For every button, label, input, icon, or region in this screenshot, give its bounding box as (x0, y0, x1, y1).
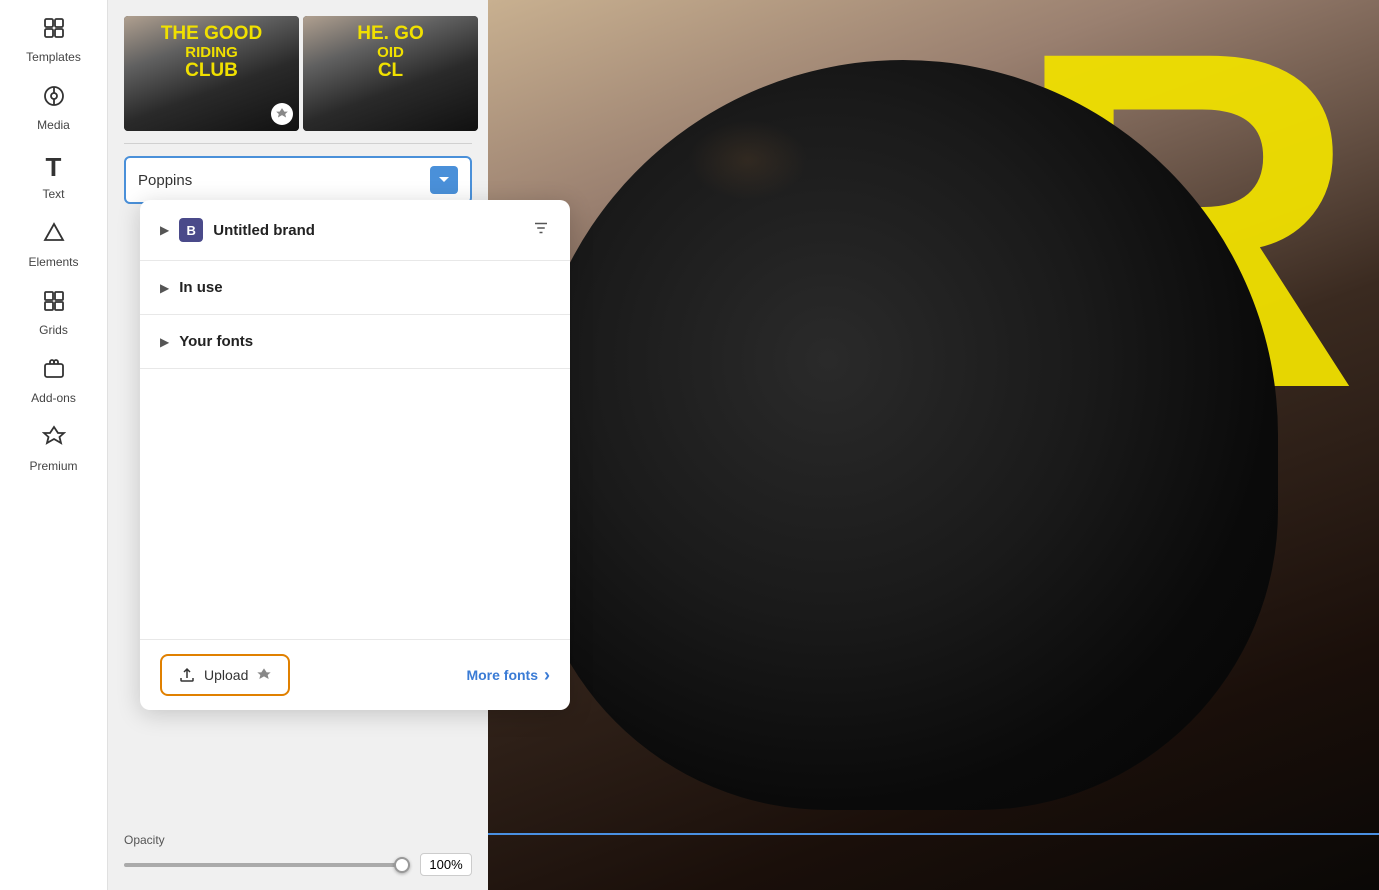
thumbnail-1[interactable]: THE GOOD RIDING CLUB (124, 16, 299, 131)
filter-icon (532, 219, 550, 242)
sidebar-item-media-label: Media (37, 118, 70, 132)
thumbnail-2[interactable]: HE. GO OID CL (303, 16, 478, 131)
elements-icon (42, 221, 66, 251)
chevron-in-use-icon: ▶ (160, 281, 169, 295)
canvas-area: R (488, 0, 1379, 890)
sidebar-item-text[interactable]: T Text (14, 144, 94, 209)
thumb1-premium-badge (271, 103, 293, 125)
more-fonts-button[interactable]: More fonts › (466, 665, 550, 686)
opacity-value[interactable]: 100% (420, 853, 472, 876)
sidebar-item-text-label: Text (42, 187, 64, 201)
chevron-untitled-brand-icon: ▶ (160, 223, 169, 237)
thumb2-line1: HE. GO (311, 24, 470, 45)
sidebar-item-premium-label: Premium (29, 459, 77, 473)
sidebar-item-templates[interactable]: Templates (14, 8, 94, 72)
popup-section-header-your-fonts[interactable]: ▶ Your fonts (140, 315, 570, 368)
sidebar-item-elements[interactable]: Elements (14, 213, 94, 277)
canvas-background: R (488, 0, 1379, 890)
popup-section-header-in-use[interactable]: ▶ In use (140, 261, 570, 314)
templates-icon (42, 16, 66, 46)
opacity-area: Opacity 100% (108, 825, 488, 890)
in-use-title: In use (179, 279, 550, 296)
popup-section-your-fonts: ▶ Your fonts (140, 315, 570, 369)
selection-line (488, 833, 1379, 835)
sidebar: Templates Media T Text Elements (0, 0, 108, 890)
more-fonts-label: More fonts (466, 667, 538, 683)
popup-section-in-use: ▶ In use (140, 261, 570, 315)
premium-icon (42, 425, 66, 455)
brand-icon: B (179, 218, 203, 242)
popup-section-header-untitled-brand[interactable]: ▶ B Untitled brand (140, 200, 570, 260)
grids-icon (42, 289, 66, 319)
popup-footer: Upload More fonts › (140, 639, 570, 710)
text-icon: T (46, 152, 62, 183)
your-fonts-title: Your fonts (179, 333, 550, 350)
more-fonts-arrow-icon: › (544, 665, 550, 686)
upload-button[interactable]: Upload (160, 654, 290, 696)
sidebar-item-templates-label: Templates (26, 50, 81, 64)
sidebar-item-elements-label: Elements (28, 255, 78, 269)
opacity-label: Opacity (124, 833, 472, 847)
opacity-slider[interactable] (124, 863, 410, 867)
thumb2-line3: CL (311, 61, 470, 82)
font-dropdown[interactable]: Poppins (124, 156, 472, 204)
sidebar-item-grids-label: Grids (39, 323, 68, 337)
thumb1-line2: RIDING (132, 45, 291, 62)
sidebar-item-media[interactable]: Media (14, 76, 94, 140)
upload-label: Upload (204, 667, 248, 683)
untitled-brand-title: Untitled brand (213, 222, 522, 239)
font-dropdown-value: Poppins (138, 172, 192, 189)
sidebar-item-premium[interactable]: Premium (14, 417, 94, 481)
helmet-silhouette (528, 60, 1278, 810)
addons-icon (42, 357, 66, 387)
font-popup: ▶ B Untitled brand ▶ In use ▶ Your fonts (140, 200, 570, 710)
font-dropdown-arrow-icon (430, 166, 458, 194)
popup-section-untitled-brand: ▶ B Untitled brand (140, 200, 570, 261)
media-icon (42, 84, 66, 114)
popup-empty-area (140, 369, 570, 639)
thumbnails-area: THE GOOD RIDING CLUB HE. GO OID CL (108, 0, 488, 143)
thumb2-line2: OID (311, 45, 470, 62)
chevron-your-fonts-icon: ▶ (160, 335, 169, 349)
opacity-row: 100% (124, 853, 472, 876)
sidebar-item-grids[interactable]: Grids (14, 281, 94, 345)
helmet-highlight (688, 120, 808, 200)
opacity-thumb (394, 857, 410, 873)
thumb1-line1: THE GOOD (132, 24, 291, 45)
sidebar-item-addons-label: Add-ons (31, 391, 76, 405)
sidebar-item-addons[interactable]: Add-ons (14, 349, 94, 413)
thumb1-line3: CLUB (132, 61, 291, 82)
